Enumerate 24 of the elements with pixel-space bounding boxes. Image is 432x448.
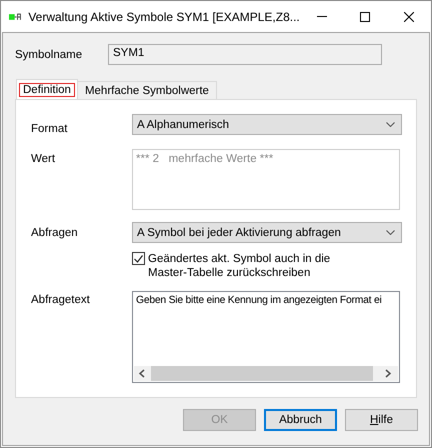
close-icon (404, 12, 414, 22)
field-label: Wert (31, 153, 56, 165)
field-label: Abfragen (31, 226, 79, 238)
dialog-button[interactable]: Abbruch (264, 409, 337, 431)
field-label: Symbolname (15, 48, 84, 60)
field-label: Format (31, 122, 68, 134)
window-title: Verwaltung Aktive Symbole SYM1 [EXAMPLE,Z8... (28, 10, 300, 24)
field-label: Abfragetext (31, 294, 91, 306)
query-text-field[interactable]: Geben Sie bitte eine Kennung im angezeigten Format ei (132, 291, 400, 383)
dropdown-chevron-icon (386, 230, 395, 235)
minimize-icon (316, 16, 327, 17)
format-dropdown[interactable]: A Alphanumerisch (132, 114, 402, 135)
checkbox[interactable] (132, 252, 145, 265)
app-icon (9, 12, 22, 20)
horizontal-scrollbar[interactable] (134, 366, 398, 381)
tab[interactable]: Definition (16, 79, 78, 99)
dropdown-chevron-icon (386, 122, 395, 127)
scrollbar-thumb[interactable] (151, 366, 373, 381)
checkbox-label: Geändertes akt. Symbol auch in die Master-Tabelle zurückschreiben (148, 252, 332, 280)
maximize-icon (360, 12, 370, 22)
symbol-name-field[interactable]: SYM1 (108, 44, 382, 65)
dialog-button[interactable]: Hilfe (345, 409, 418, 431)
tab[interactable]: Mehrfache Symbolwerte (76, 81, 217, 99)
query-dropdown[interactable]: A Symbol bei jeder Aktivierung abfragen (132, 222, 402, 243)
